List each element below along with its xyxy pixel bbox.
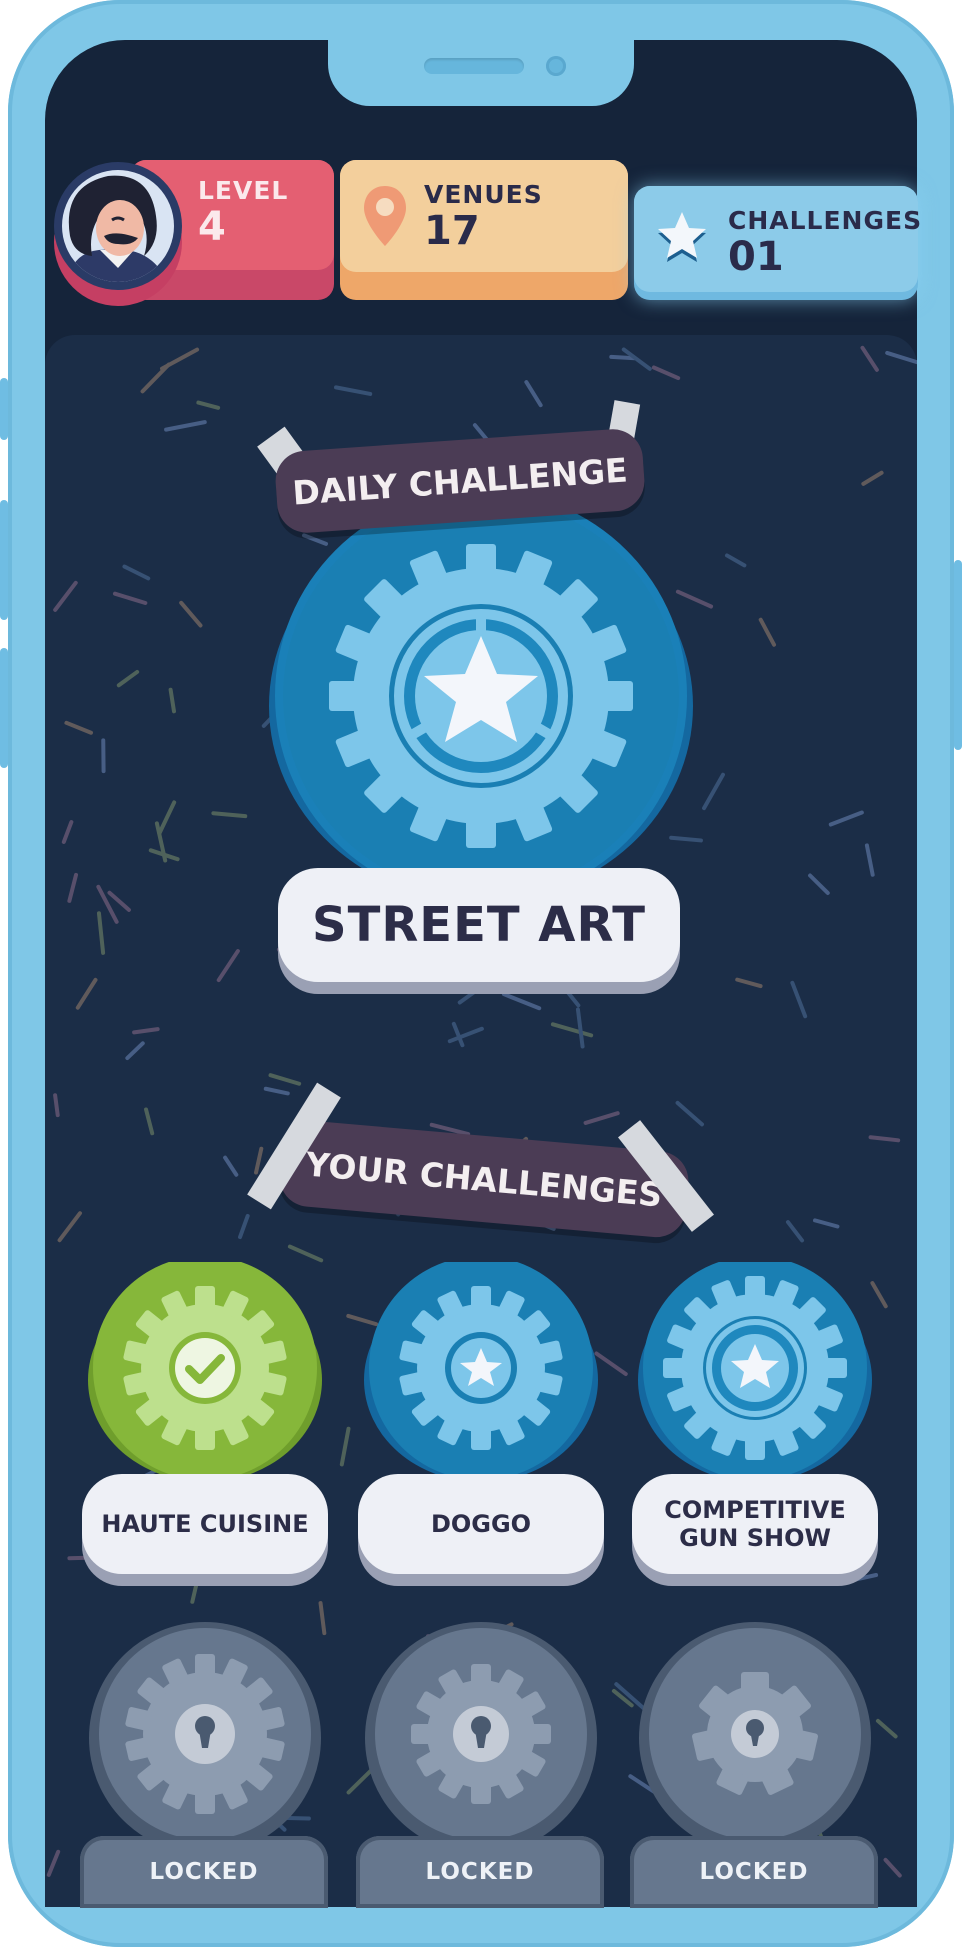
doggo-badge[interactable] <box>364 1256 598 1486</box>
venues-label: VENUES <box>424 180 543 209</box>
venues-value: 17 <box>424 208 480 254</box>
locked-badge <box>86 1622 324 1856</box>
daily-challenge-badge[interactable] <box>268 490 694 914</box>
level-label: LEVEL <box>198 176 289 205</box>
side-button <box>0 378 8 440</box>
competitive-gun-show-badge[interactable] <box>638 1256 872 1486</box>
competitive-gun-show-button[interactable]: COMPETITIVE GUN SHOW <box>632 1474 878 1574</box>
challenge-label-line2: GUN SHOW <box>679 1524 831 1552</box>
locked-label: LOCKED <box>80 1836 328 1908</box>
challenges-value: 01 <box>728 234 784 280</box>
locked-label: LOCKED <box>356 1836 604 1908</box>
haute-cuisine-badge[interactable] <box>88 1256 322 1486</box>
star-icon <box>654 208 710 268</box>
level-value: 4 <box>198 204 226 250</box>
avatar[interactable] <box>52 146 184 306</box>
side-button <box>0 648 8 768</box>
front-camera <box>546 56 566 76</box>
challenge-label-line1: COMPETITIVE <box>664 1496 846 1524</box>
locked-badge <box>636 1622 874 1856</box>
doggo-button[interactable]: DOGGO <box>358 1474 604 1574</box>
locked-label: LOCKED <box>630 1836 878 1908</box>
locked-badge <box>362 1622 600 1856</box>
speaker <box>424 58 524 74</box>
location-pin-icon <box>362 184 408 252</box>
daily-challenge-title-button[interactable]: STREET ART <box>278 868 680 982</box>
challenges-label: CHALLENGES <box>728 206 923 235</box>
side-button <box>0 500 8 620</box>
haute-cuisine-button[interactable]: HAUTE CUISINE <box>82 1474 328 1574</box>
side-button <box>954 560 962 750</box>
